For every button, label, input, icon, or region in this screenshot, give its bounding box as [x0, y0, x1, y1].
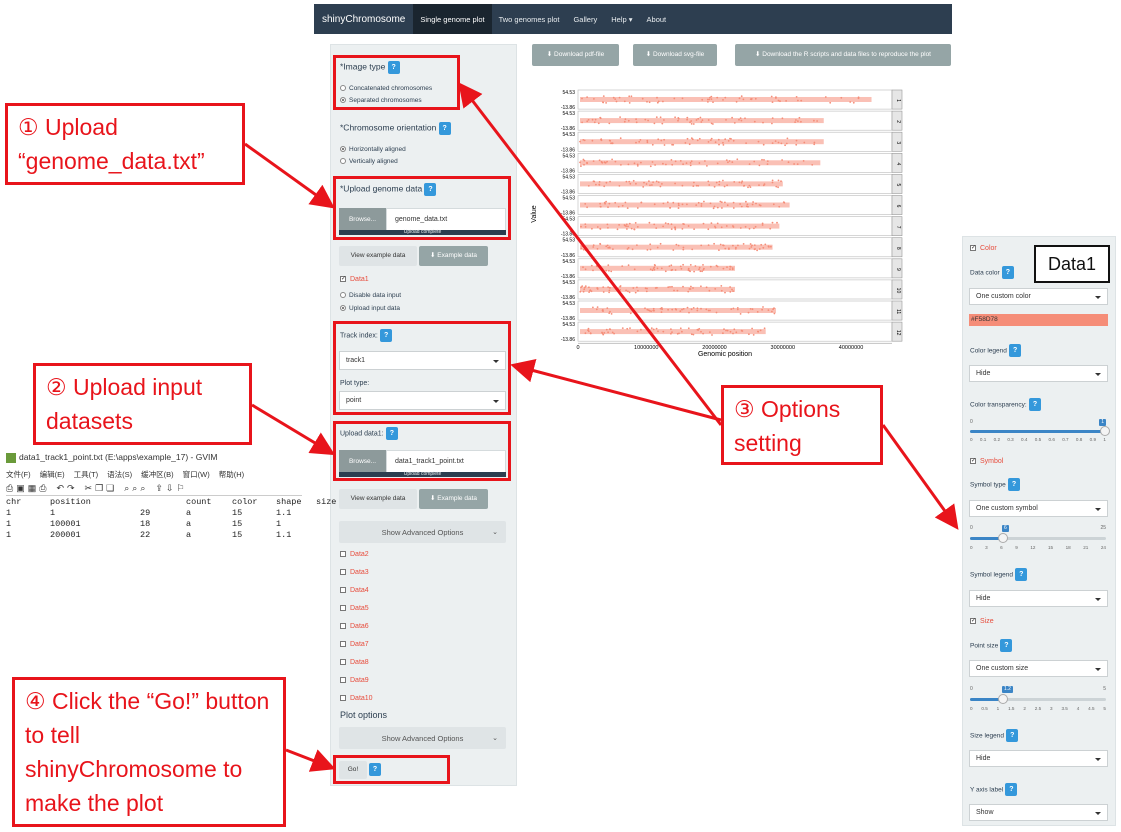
arrow-line	[458, 82, 723, 426]
arrow-line	[251, 403, 336, 456]
annotation-arrows	[244, 82, 959, 772]
arrow-line	[285, 748, 336, 772]
arrow-line	[244, 142, 335, 209]
arrow-line	[510, 358, 722, 422]
arrow-line	[881, 424, 959, 530]
